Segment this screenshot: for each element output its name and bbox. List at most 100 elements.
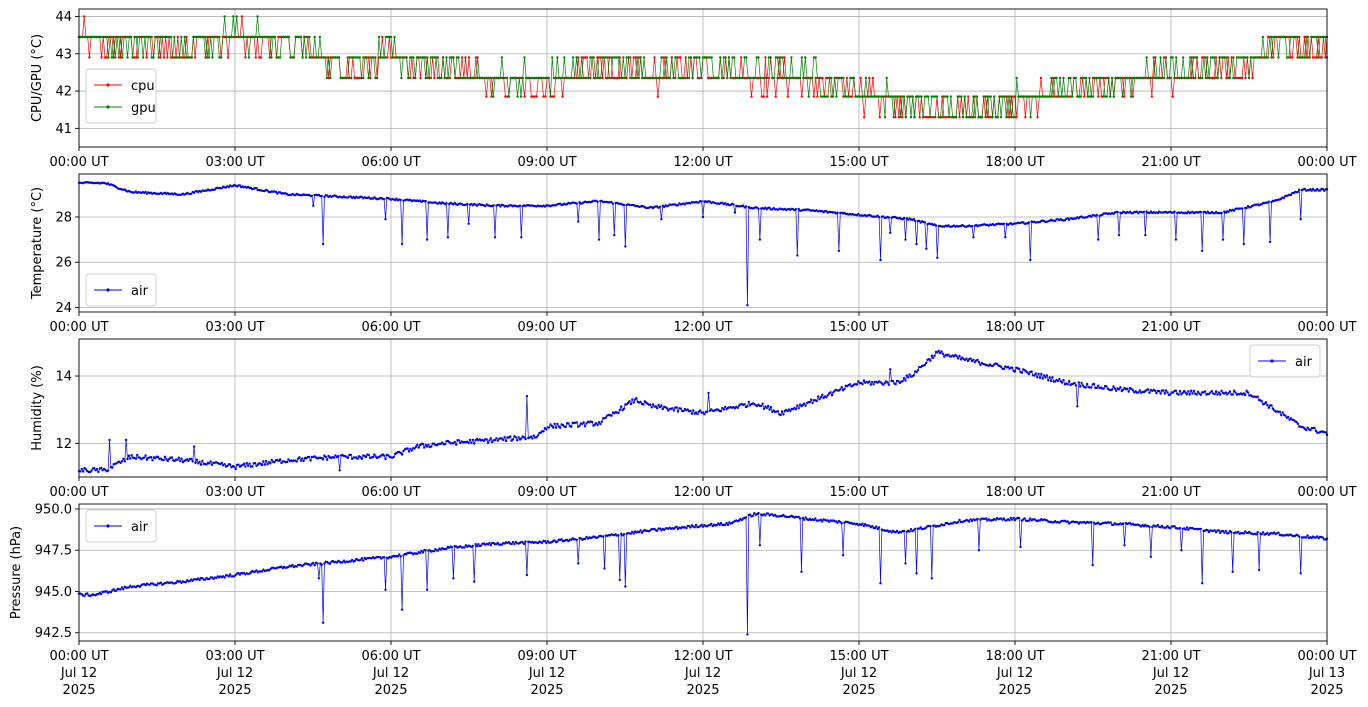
data-point	[303, 35, 306, 39]
data-point	[808, 400, 811, 404]
data-point	[1128, 76, 1131, 80]
data-point	[365, 56, 368, 59]
data-point	[486, 441, 490, 444]
data-point	[624, 245, 627, 248]
data-point	[313, 564, 316, 567]
data-point	[798, 76, 802, 80]
data-point	[1173, 210, 1176, 213]
data-point	[859, 76, 862, 80]
y-axis-label: CPU/GPU (°C)	[30, 34, 45, 122]
x-tick-label: 00:00 UT	[1297, 155, 1356, 170]
data-point	[414, 76, 417, 80]
data-point	[902, 529, 906, 533]
data-point	[908, 373, 911, 376]
data-point	[699, 409, 702, 412]
data-point	[599, 422, 602, 426]
data-point	[256, 15, 259, 18]
data-point	[1073, 381, 1076, 385]
y-tick-label: 42	[55, 85, 72, 100]
data-point	[611, 202, 615, 205]
y-tick-label: 28	[55, 210, 72, 225]
data-point	[1018, 367, 1021, 371]
data-point	[1281, 411, 1284, 414]
x-date-label: Jul 12	[840, 666, 877, 681]
data-point	[1187, 76, 1190, 80]
data-point	[1050, 76, 1053, 80]
data-point	[868, 380, 871, 383]
data-point	[661, 407, 664, 411]
data-point	[814, 517, 817, 520]
data-point	[1324, 35, 1327, 39]
data-point	[180, 457, 183, 460]
data-point	[524, 437, 527, 441]
data-point	[349, 453, 352, 457]
data-point	[171, 56, 174, 59]
data-point	[266, 463, 269, 466]
data-point	[886, 381, 889, 384]
data-point	[999, 365, 1003, 368]
data-point	[668, 76, 672, 80]
data-point	[507, 95, 511, 98]
data-point	[1219, 393, 1222, 396]
data-point	[651, 403, 655, 406]
data-point	[1095, 386, 1099, 390]
data-point	[575, 421, 578, 424]
data-point	[1034, 372, 1038, 375]
data-point	[1298, 188, 1301, 191]
data-point	[679, 56, 682, 59]
data-point	[696, 412, 699, 416]
data-point	[552, 426, 555, 429]
data-point	[1084, 76, 1088, 80]
data-point	[818, 398, 821, 401]
data-point	[318, 35, 322, 39]
data-point	[504, 439, 508, 443]
data-point	[516, 95, 519, 98]
data-point	[338, 469, 341, 472]
data-point	[554, 76, 557, 80]
data-point	[1247, 76, 1251, 80]
data-point	[583, 425, 587, 428]
data-point	[897, 95, 901, 98]
data-point	[816, 395, 820, 398]
data-point	[571, 56, 575, 59]
data-point	[219, 56, 223, 59]
data-point	[259, 56, 263, 59]
data-point	[1246, 56, 1249, 59]
y-tick-label: 14	[55, 370, 72, 385]
data-point	[430, 445, 433, 448]
x-tick-label: 00:00 UT	[49, 320, 108, 335]
data-point	[925, 361, 928, 365]
data-point	[600, 420, 603, 423]
data-point	[511, 438, 515, 441]
data-point	[86, 592, 89, 595]
data-point	[807, 95, 810, 98]
data-point	[1109, 521, 1112, 524]
data-point	[83, 594, 86, 598]
data-point	[195, 458, 199, 461]
data-point	[1036, 376, 1039, 379]
data-point	[676, 410, 680, 413]
data-point	[1109, 95, 1112, 98]
legend: cpu gpu	[85, 68, 157, 124]
data-point	[1188, 393, 1191, 396]
data-point	[929, 525, 932, 528]
data-point	[989, 95, 992, 98]
data-point	[1270, 56, 1273, 59]
data-point	[623, 76, 627, 80]
data-point	[100, 592, 103, 596]
data-point	[1159, 56, 1162, 59]
data-point	[356, 457, 359, 460]
data-point	[1051, 376, 1054, 379]
data-point	[976, 358, 979, 362]
data-point	[837, 249, 841, 253]
data-point	[1158, 389, 1161, 393]
data-point	[547, 426, 551, 429]
data-point	[895, 529, 899, 532]
data-point	[1005, 116, 1008, 119]
data-point	[1233, 76, 1237, 80]
data-point	[1123, 544, 1126, 547]
data-point	[1192, 389, 1196, 393]
data-point	[796, 404, 799, 407]
data-point	[967, 95, 970, 98]
data-point	[629, 402, 633, 406]
